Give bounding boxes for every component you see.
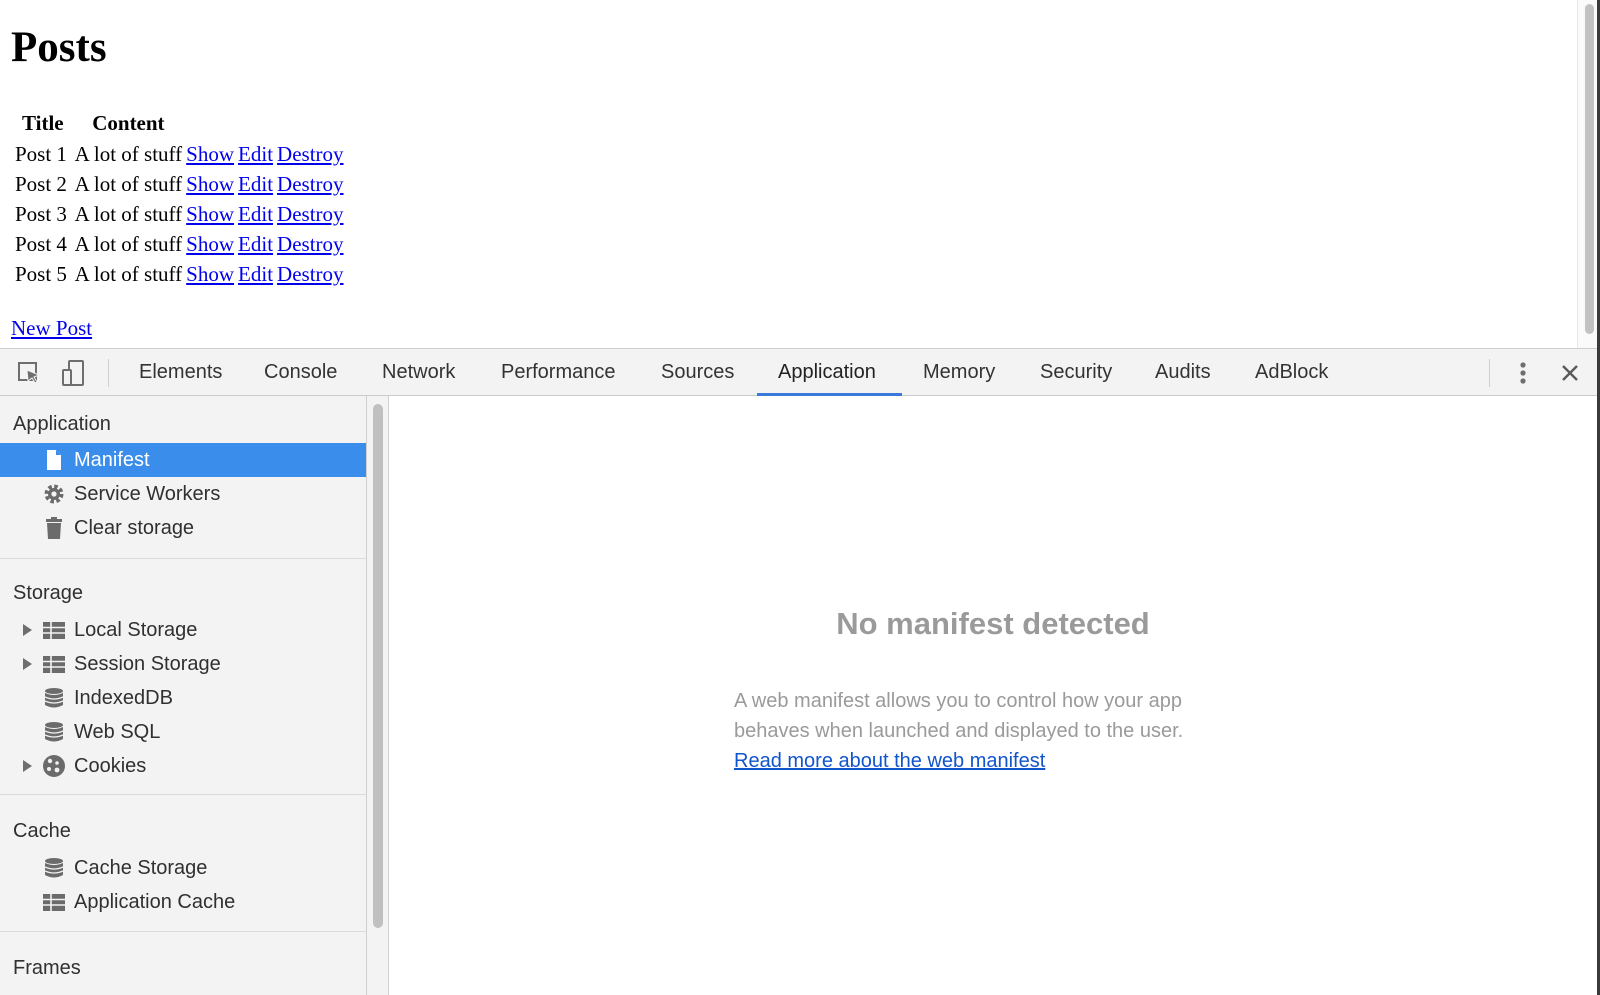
sidebar-item-service-workers[interactable]: Service Workers (0, 477, 366, 511)
sidebar-item-label: Clear storage (74, 517, 195, 539)
post-title-cell: Post 4 (15, 231, 67, 256)
show-link[interactable]: Show (186, 172, 234, 196)
sidebar-item-clear-storage[interactable]: Clear storage (0, 511, 366, 545)
show-link[interactable]: Show (186, 232, 234, 256)
tab-adblock[interactable]: AdBlock (1255, 349, 1328, 396)
sidebar-item-label: Manifest (74, 449, 150, 471)
database-icon (44, 722, 64, 742)
destroy-link[interactable]: Destroy (277, 202, 344, 226)
edit-link[interactable]: Edit (238, 172, 273, 196)
inspect-element-icon[interactable] (14, 358, 44, 388)
edit-link[interactable]: Edit (238, 202, 273, 226)
tab-console[interactable]: Console (264, 349, 337, 396)
table-row: Post 4 A lot of stuff Show Edit Destroy (14, 230, 345, 258)
sidebar-item-label: Application Cache (74, 891, 236, 913)
sidebar-item-session-storage[interactable]: Session Storage (0, 647, 366, 681)
post-content-cell: A lot of stuff (74, 231, 183, 256)
tab-elements[interactable]: Elements (139, 349, 222, 396)
column-header-content: Content (92, 111, 165, 135)
tab-security[interactable]: Security (1040, 349, 1112, 396)
sidebar-scrollbar-thumb[interactable] (373, 404, 383, 928)
table-row: Post 1 A lot of stuff Show Edit Destroy (14, 140, 345, 168)
sidebar-item-web-sql[interactable]: Web SQL (0, 715, 366, 749)
post-content-cell: A lot of stuff (74, 201, 183, 226)
read-more-link[interactable]: Read more about the web manifest (734, 746, 1045, 776)
tab-sources[interactable]: Sources (661, 349, 734, 396)
destroy-link[interactable]: Destroy (277, 232, 344, 256)
sidebar-item-manifest[interactable]: Manifest (0, 443, 366, 477)
sidebar-item-label: Web SQL (74, 721, 161, 743)
more-options-icon[interactable] (1508, 358, 1538, 388)
close-icon[interactable] (1555, 358, 1585, 388)
sidebar-item-indexeddb[interactable]: IndexedDB (0, 681, 366, 715)
post-content-cell: A lot of stuff (74, 171, 183, 196)
sidebar-item-local-storage[interactable]: Local Storage (0, 613, 366, 647)
tab-performance[interactable]: Performance (501, 349, 616, 396)
devtools-panel: Elements Console Network Performance Sou… (0, 348, 1597, 995)
gear-icon (44, 484, 64, 504)
database-icon (44, 688, 64, 708)
tab-application[interactable]: Application (778, 349, 876, 396)
sidebar-item-application-cache[interactable]: Application Cache (0, 885, 366, 919)
sidebar-item-label: Local Storage (74, 619, 198, 641)
devtools-toolbar: Elements Console Network Performance Sou… (0, 349, 1597, 396)
expand-arrow-icon[interactable] (23, 624, 32, 636)
table-row: Post 2 A lot of stuff Show Edit Destroy (14, 170, 345, 198)
edit-link[interactable]: Edit (238, 232, 273, 256)
page-scrollbar-thumb[interactable] (1585, 4, 1594, 334)
destroy-link[interactable]: Destroy (277, 172, 344, 196)
sidebar-item-label: Cookies (74, 755, 147, 777)
section-header-application: Application (13, 413, 111, 435)
database-icon (44, 858, 64, 878)
empty-state-description: A web manifest allows you to control how… (734, 690, 1184, 742)
sidebar-item-label: Service Workers (74, 483, 221, 505)
show-link[interactable]: Show (186, 142, 234, 166)
sidebar-scrollbar[interactable] (367, 396, 389, 995)
page-title: Posts (11, 24, 107, 71)
page-viewport: Posts Title Content Post 1 A lot of stuf… (0, 0, 1600, 348)
destroy-link[interactable]: Destroy (277, 262, 344, 286)
show-link[interactable]: Show (186, 202, 234, 226)
post-title-cell: Post 2 (15, 171, 67, 196)
section-header-cache: Cache (13, 820, 71, 842)
table-icon (43, 894, 65, 911)
edit-link[interactable]: Edit (238, 142, 273, 166)
manifest-panel: No manifest detected A web manifest allo… (389, 396, 1597, 995)
show-link[interactable]: Show (186, 262, 234, 286)
edit-link[interactable]: Edit (238, 262, 273, 286)
application-sidebar: Application Manifest Service Workers Cle… (0, 396, 367, 995)
sidebar-item-cache-storage[interactable]: Cache Storage (0, 851, 366, 885)
device-toolbar-icon[interactable] (58, 358, 88, 388)
tab-memory[interactable]: Memory (923, 349, 995, 396)
table-header-row: Title Content (14, 110, 345, 138)
column-header-title: Title (22, 111, 64, 135)
tab-audits[interactable]: Audits (1155, 349, 1211, 396)
sidebar-item-label: IndexedDB (74, 687, 173, 709)
table-row: Post 5 A lot of stuff Show Edit Destroy (14, 260, 345, 288)
post-content-cell: A lot of stuff (74, 141, 183, 166)
new-post-link[interactable]: New Post (11, 318, 92, 339)
post-content-cell: A lot of stuff (74, 261, 183, 286)
section-header-storage: Storage (13, 582, 84, 604)
post-title-cell: Post 1 (15, 141, 67, 166)
table-icon (43, 622, 65, 639)
empty-state-title: No manifest detected (836, 606, 1150, 641)
sidebar-item-cookies[interactable]: Cookies (0, 749, 366, 783)
tab-network[interactable]: Network (382, 349, 455, 396)
expand-arrow-icon[interactable] (23, 658, 32, 670)
section-header-frames: Frames (13, 957, 81, 979)
document-icon (47, 450, 61, 470)
posts-table: Title Content Post 1 A lot of stuff Show… (12, 108, 347, 290)
trash-icon (46, 517, 62, 539)
destroy-link[interactable]: Destroy (277, 142, 344, 166)
sidebar-item-label: Cache Storage (74, 857, 208, 879)
table-icon (43, 656, 65, 673)
post-title-cell: Post 3 (15, 201, 67, 226)
cookie-icon (43, 755, 65, 777)
sidebar-item-label: Session Storage (74, 653, 221, 675)
expand-arrow-icon[interactable] (23, 760, 32, 772)
post-title-cell: Post 5 (15, 261, 67, 286)
table-row: Post 3 A lot of stuff Show Edit Destroy (14, 200, 345, 228)
